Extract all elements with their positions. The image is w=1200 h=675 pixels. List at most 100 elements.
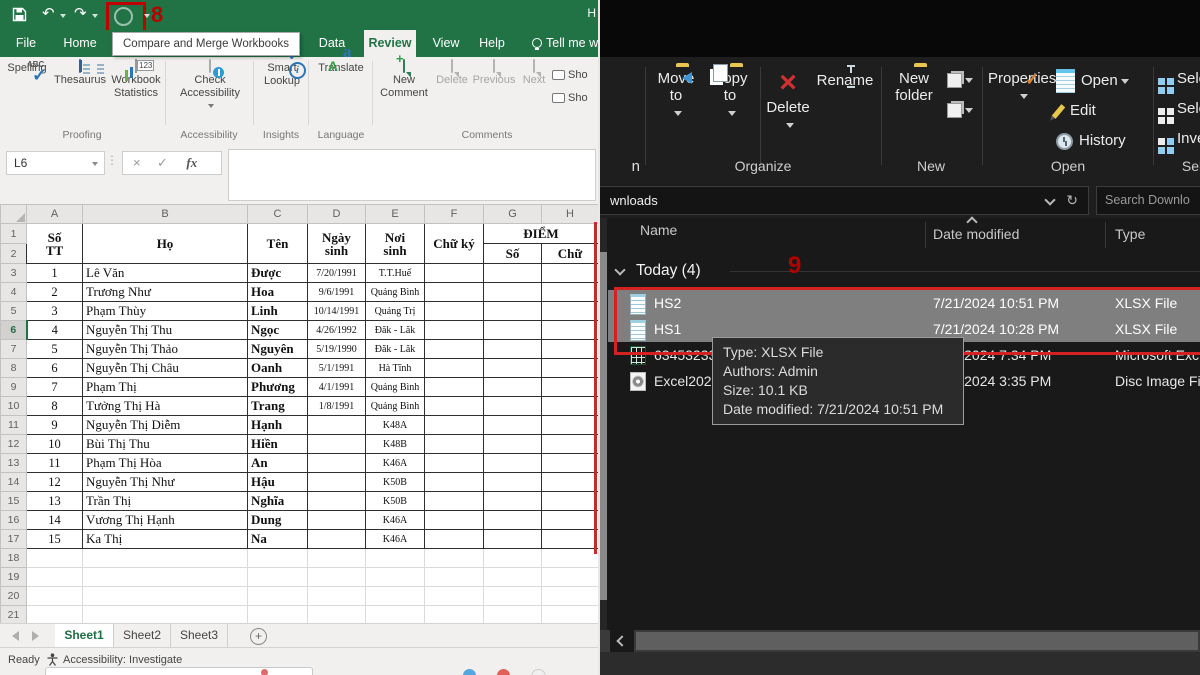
- empty-cell[interactable]: [248, 568, 308, 587]
- cell-noi-sinh[interactable]: Quảng Bình: [366, 397, 425, 416]
- new-comment-button[interactable]: New Comment: [377, 60, 431, 100]
- accessibility-status[interactable]: Accessibility: Investigate: [63, 654, 182, 666]
- empty-cell[interactable]: [366, 587, 425, 606]
- cell-diem-chu[interactable]: [542, 473, 599, 492]
- empty-cell[interactable]: [425, 587, 484, 606]
- cell-chu-ky[interactable]: [425, 283, 484, 302]
- empty-cell[interactable]: [484, 587, 542, 606]
- tab-tell-me[interactable]: Tell me w: [546, 30, 598, 57]
- row-header[interactable]: 12: [1, 435, 27, 454]
- cell-diem-chu[interactable]: [542, 340, 599, 359]
- header-cell-ngay-sinh[interactable]: Ngày sinh: [308, 224, 366, 264]
- row-header[interactable]: 9: [1, 378, 27, 397]
- cell-ho[interactable]: Nguyễn Thị Thảo: [83, 340, 248, 359]
- new-sheet-button[interactable]: +: [250, 628, 267, 645]
- empty-cell[interactable]: [542, 587, 599, 606]
- cell-stt[interactable]: 12: [27, 473, 83, 492]
- row-header[interactable]: 15: [1, 492, 27, 511]
- row-header[interactable]: 21: [1, 606, 27, 625]
- formula-bar-handle[interactable]: ⋮: [106, 153, 118, 167]
- header-cell-diem[interactable]: ĐIỂM: [484, 224, 599, 244]
- cell-noi-sinh[interactable]: Quảng Trị: [366, 302, 425, 321]
- cell-ho[interactable]: Bùi Thị Thu: [83, 435, 248, 454]
- empty-cell[interactable]: [248, 606, 308, 625]
- empty-cell[interactable]: [83, 568, 248, 587]
- row-header[interactable]: 19: [1, 568, 27, 587]
- row-header[interactable]: 1: [1, 224, 27, 244]
- cell-diem-so[interactable]: [484, 283, 542, 302]
- cell-diem-so[interactable]: [484, 264, 542, 283]
- cell-ngay-sinh[interactable]: 9/6/1991: [308, 283, 366, 302]
- header-cell-ho[interactable]: Họ: [83, 224, 248, 264]
- address-bar[interactable]: wnloads ↻: [600, 186, 1089, 215]
- delete-button[interactable]: × Delete: [764, 69, 812, 133]
- cell-diem-chu[interactable]: [542, 416, 599, 435]
- new-item-button[interactable]: [942, 101, 978, 118]
- row-header[interactable]: 14: [1, 473, 27, 492]
- cell-stt[interactable]: 5: [27, 340, 83, 359]
- cell-ten[interactable]: Nghĩa: [248, 492, 308, 511]
- cell-diem-chu[interactable]: [542, 302, 599, 321]
- spelling-button[interactable]: ABC✓ Spelling: [2, 60, 52, 75]
- horizontal-scrollbar[interactable]: [600, 630, 1200, 652]
- cell-ten[interactable]: Hiền: [248, 435, 308, 454]
- cell-ho[interactable]: Tưởng Thị Hà: [83, 397, 248, 416]
- refresh-icon[interactable]: ↻: [1066, 187, 1078, 214]
- cell-chu-ky[interactable]: [425, 321, 484, 340]
- cell-ngay-sinh[interactable]: 4/1/1991: [308, 378, 366, 397]
- easy-access-button[interactable]: [942, 71, 978, 88]
- check-accessibility-button[interactable]: Check Accessibility: [168, 60, 252, 112]
- cell-diem-chu[interactable]: [542, 283, 599, 302]
- cell-stt[interactable]: 1: [27, 264, 83, 283]
- select-all-corner[interactable]: [1, 205, 27, 224]
- cell-diem-chu[interactable]: [542, 530, 599, 549]
- select-none-button[interactable]: Select: [1158, 98, 1200, 124]
- redo-dropdown-icon[interactable]: [92, 14, 98, 18]
- cell-ho[interactable]: Nguyễn Thị Diễm: [83, 416, 248, 435]
- column-separator[interactable]: [925, 222, 926, 248]
- empty-cell[interactable]: [366, 568, 425, 587]
- cell-noi-sinh[interactable]: K50B: [366, 492, 425, 511]
- group-header-today[interactable]: Today (4): [636, 258, 701, 284]
- cell-ngay-sinh[interactable]: 10/14/1991: [308, 302, 366, 321]
- cell-chu-ky[interactable]: [425, 264, 484, 283]
- column-header[interactable]: A: [27, 205, 83, 224]
- cell-ho[interactable]: Phạm Thùy: [83, 302, 248, 321]
- cell-stt[interactable]: 6: [27, 359, 83, 378]
- empty-cell[interactable]: [542, 568, 599, 587]
- cell-stt[interactable]: 9: [27, 416, 83, 435]
- move-to-button[interactable]: Move to: [650, 67, 702, 121]
- cell-noi-sinh[interactable]: K46A: [366, 530, 425, 549]
- row-header[interactable]: 16: [1, 511, 27, 530]
- cell-ngay-sinh[interactable]: [308, 435, 366, 454]
- horizontal-scrollbar-thumb[interactable]: [636, 632, 1198, 650]
- empty-cell[interactable]: [366, 606, 425, 625]
- cell-noi-sinh[interactable]: K46A: [366, 511, 425, 530]
- empty-cell[interactable]: [425, 549, 484, 568]
- cell-ngay-sinh[interactable]: [308, 454, 366, 473]
- name-box[interactable]: L6: [6, 151, 105, 175]
- empty-cell[interactable]: [366, 549, 425, 568]
- tab-file[interactable]: File: [8, 30, 44, 57]
- show-comments-button[interactable]: Sho: [552, 65, 598, 85]
- cell-diem-so[interactable]: [484, 511, 542, 530]
- row-header[interactable]: 7: [1, 340, 27, 359]
- header-cell-chu-ky[interactable]: Chữ ký: [425, 224, 484, 264]
- column-header[interactable]: D: [308, 205, 366, 224]
- empty-cell[interactable]: [484, 606, 542, 625]
- delete-comment-button[interactable]: Delete: [432, 60, 472, 87]
- row-header[interactable]: 3: [1, 264, 27, 283]
- cell-ho[interactable]: Vương Thị Hạnh: [83, 511, 248, 530]
- cell-ten[interactable]: Oanh: [248, 359, 308, 378]
- column-header-date-modified[interactable]: Date modified: [933, 226, 1019, 242]
- header-cell-ten[interactable]: Tên: [248, 224, 308, 264]
- cell-diem-chu[interactable]: [542, 397, 599, 416]
- cell-ngay-sinh[interactable]: [308, 511, 366, 530]
- cell-ten[interactable]: Hoa: [248, 283, 308, 302]
- cell-chu-ky[interactable]: [425, 530, 484, 549]
- column-header[interactable]: B: [83, 205, 248, 224]
- cell-diem-chu[interactable]: [542, 264, 599, 283]
- cell-diem-so[interactable]: [484, 321, 542, 340]
- cell-diem-chu[interactable]: [542, 359, 599, 378]
- cell-stt[interactable]: 3: [27, 302, 83, 321]
